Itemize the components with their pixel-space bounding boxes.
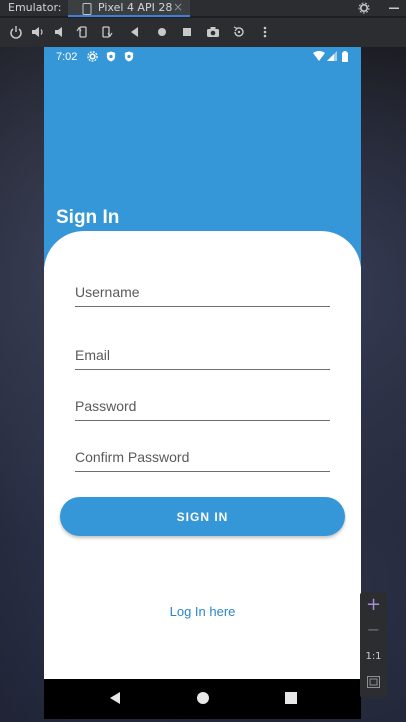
home-icon[interactable] <box>155 25 169 39</box>
page-title: Sign In <box>56 207 120 228</box>
panel-actions <box>344 1 400 19</box>
shield-status-icon-2 <box>124 51 134 62</box>
wifi-icon <box>313 51 325 61</box>
overview-icon[interactable] <box>180 25 194 39</box>
email-field[interactable] <box>75 344 330 370</box>
gear-icon[interactable] <box>358 2 370 14</box>
zoom-in-button[interactable]: + <box>360 594 387 615</box>
fit-screen-icon[interactable] <box>367 676 380 688</box>
emulator-tab-bar: Emulator: Pixel 4 API 28 × <box>0 0 406 17</box>
zoom-controls: + − 1:1 <box>360 592 387 698</box>
status-bar: 7:02 <box>44 47 361 67</box>
device-tab-label: Pixel 4 API 28 <box>98 1 173 14</box>
zoom-out-button[interactable]: − <box>360 620 387 639</box>
volume-down-icon[interactable] <box>53 25 67 39</box>
device-tab[interactable]: Pixel 4 API 28 × <box>68 0 190 17</box>
login-here-link[interactable]: Log In here <box>44 604 361 619</box>
rotate-left-icon[interactable] <box>76 25 90 39</box>
username-field[interactable] <box>75 281 330 307</box>
minimize-icon[interactable] <box>388 2 400 14</box>
volume-up-icon[interactable] <box>31 25 45 39</box>
settings-gear-status-icon <box>87 51 98 62</box>
shield-status-icon <box>106 51 116 62</box>
actual-size-button[interactable]: 1:1 <box>360 651 387 662</box>
emulator-toolbar <box>0 18 406 47</box>
back-icon[interactable] <box>128 25 142 39</box>
android-nav-bar <box>44 679 361 719</box>
battery-icon <box>342 51 348 62</box>
confirm-password-field[interactable] <box>75 446 330 472</box>
rotate-right-icon[interactable] <box>99 25 113 39</box>
sign-in-button[interactable]: SIGN IN <box>60 497 345 536</box>
phone-screen: 7:02 Sign In SIGN IN Log In here <box>44 47 361 719</box>
nav-home-icon[interactable] <box>196 691 210 705</box>
nav-recents-icon[interactable] <box>284 691 298 705</box>
screenshot-camera-icon[interactable] <box>206 25 220 39</box>
emulator-panel-label: Emulator: <box>8 1 62 14</box>
nav-back-icon[interactable] <box>108 691 122 705</box>
snapshot-icon[interactable] <box>232 25 246 39</box>
more-options-icon[interactable] <box>258 25 272 39</box>
password-field[interactable] <box>75 395 330 421</box>
power-icon[interactable] <box>9 25 23 39</box>
signal-icon <box>327 51 337 61</box>
status-time: 7:02 <box>56 51 78 63</box>
close-tab-icon[interactable]: × <box>173 0 183 14</box>
